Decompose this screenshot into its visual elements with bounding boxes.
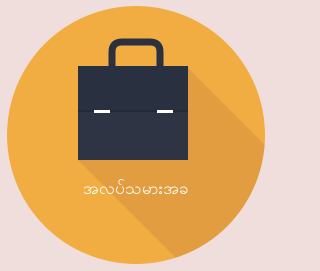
app-icon-background: [7, 6, 265, 264]
app-label: အလပ်သမားအခ: [83, 179, 189, 199]
app-tile[interactable]: အလပ်သမားအခ: [0, 0, 272, 271]
